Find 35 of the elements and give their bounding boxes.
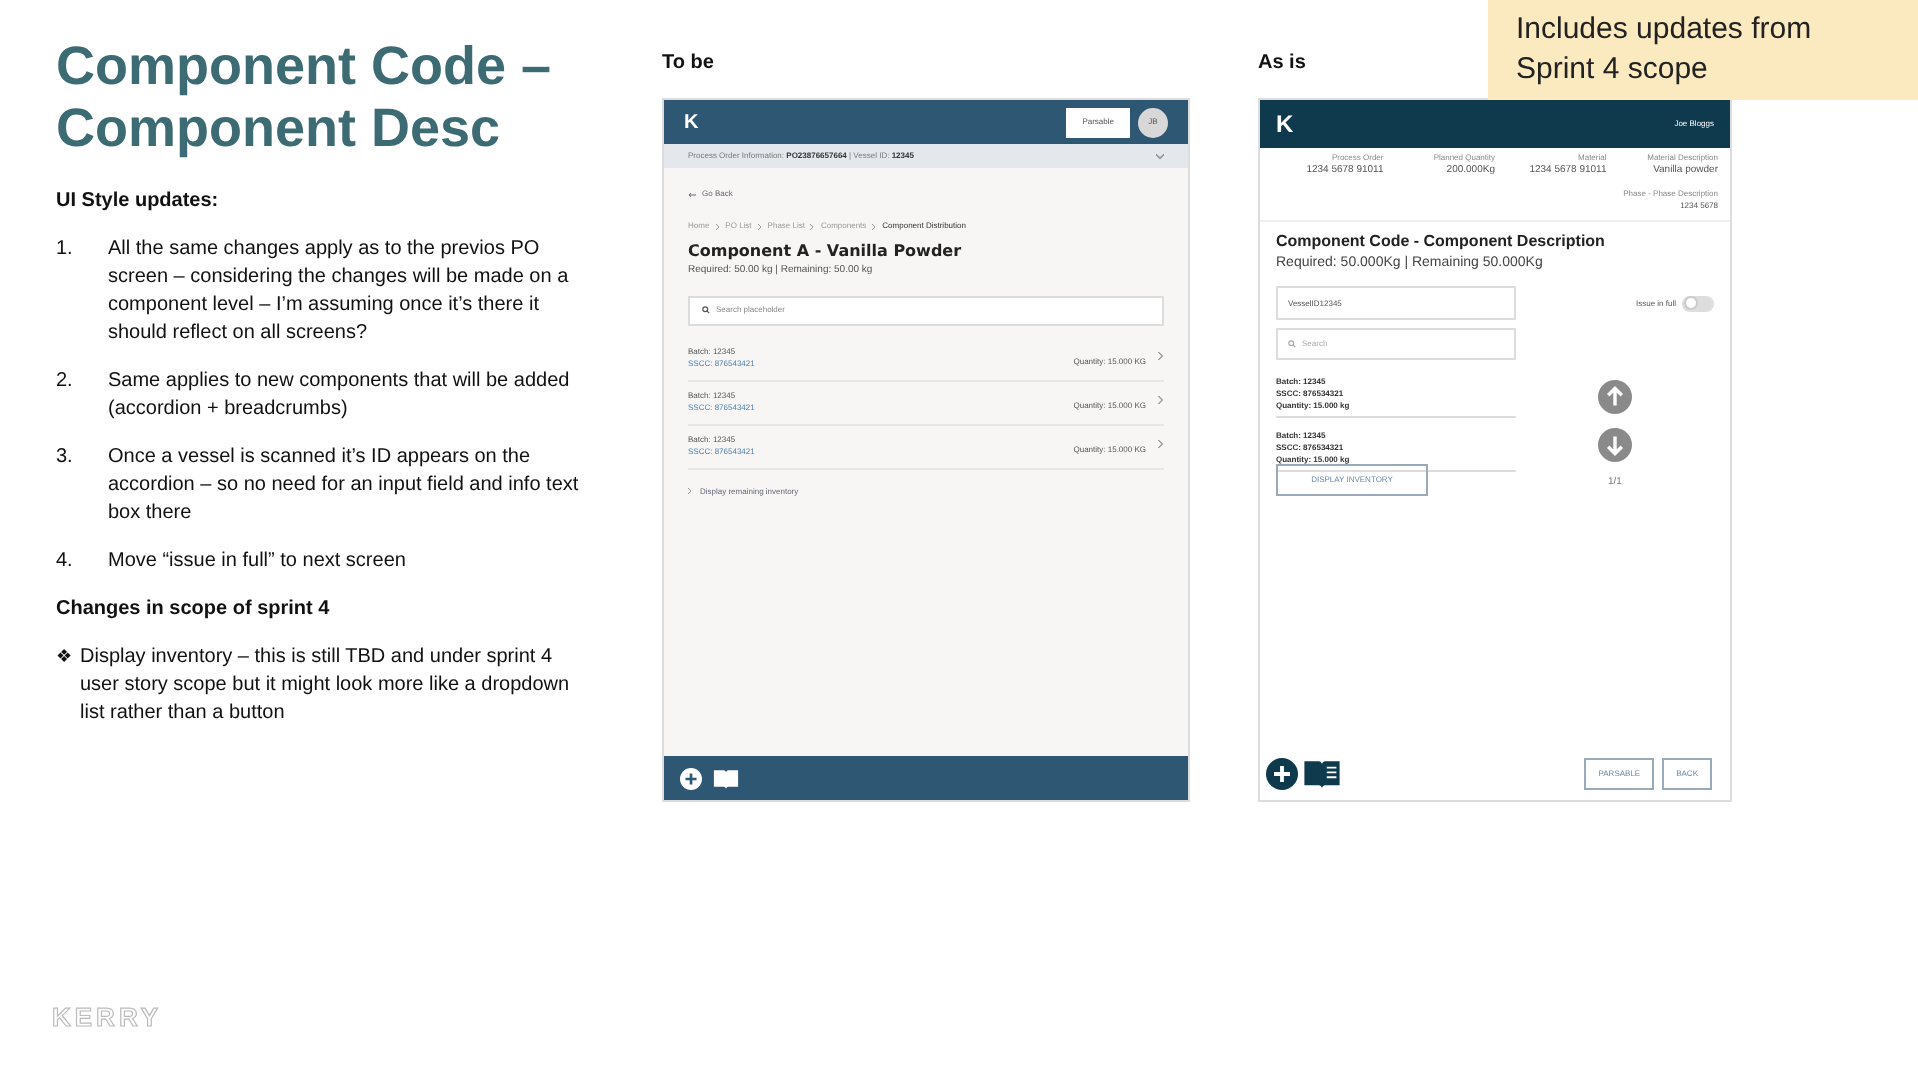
arrow-left-icon[interactable]	[688, 191, 696, 197]
add-icon[interactable]	[1266, 758, 1298, 790]
sticky-note: Includes updates from Sprint 4 scope	[1488, 0, 1918, 100]
issue-in-full-toggle[interactable]	[1682, 295, 1714, 311]
arrow-up-icon[interactable]	[1598, 380, 1632, 414]
bullet-icon: ❖	[56, 644, 80, 728]
component-title: Component Code - Component Description	[1276, 229, 1607, 253]
list-text: Once a vessel is scanned it’s ID appears on the accordion – so no need for an input field and info text box there	[108, 444, 581, 528]
list-number: 4.	[56, 548, 75, 576]
add-icon[interactable]	[680, 767, 702, 789]
mockup-label: To be	[662, 52, 714, 74]
list-text: Move “issue in full” to next screen	[108, 548, 406, 576]
chevron-right-icon	[1158, 396, 1164, 404]
list-number: 2.	[56, 368, 75, 396]
list-number: 1.	[56, 236, 75, 264]
book-icon[interactable]	[1302, 758, 1342, 790]
chevron-right-icon	[1158, 352, 1164, 360]
arrow-down-icon[interactable]	[1598, 428, 1632, 462]
section-heading: UI Style updates:	[56, 188, 221, 216]
section-heading: Changes in scope of sprint 4	[56, 596, 332, 624]
list-text: All the same changes apply as to the previos PO screen – considering the changes will be made on a component level – I’m assuming once it’s there it should reflect on all screens?	[108, 236, 571, 348]
company-logo: KERRY	[52, 999, 163, 1035]
mockup-label: As is	[1258, 52, 1306, 74]
list-text: Display inventory – this is still TBD and under sprint 4 user story scope but it might look more like a dropdown list rather than a button	[80, 644, 572, 728]
chevron-down-icon[interactable]	[1156, 153, 1164, 159]
app-logo: K	[1276, 108, 1294, 142]
search-icon	[702, 306, 710, 314]
app-logo: K	[684, 109, 699, 137]
list-number: 3.	[56, 444, 75, 472]
component-title: Component A - Vanilla Powder	[688, 240, 964, 264]
list-text: Same applies to new components that will be added (accordion + breadcrumbs)	[108, 368, 572, 424]
book-icon[interactable]	[712, 767, 740, 789]
chevron-right-icon	[1158, 440, 1164, 448]
slide-title: Component Code – Component Desc	[56, 36, 553, 160]
search-icon	[1288, 340, 1296, 348]
